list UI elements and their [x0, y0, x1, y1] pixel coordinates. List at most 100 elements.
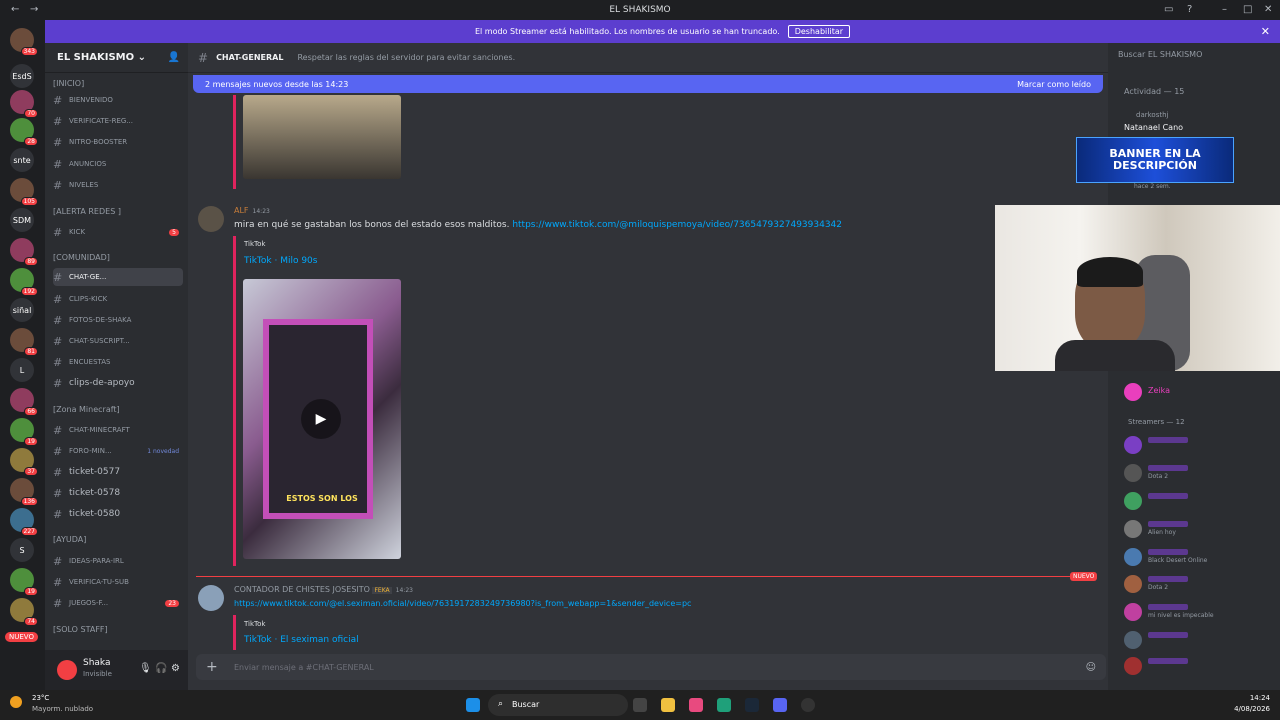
server-icon[interactable]: 105: [10, 178, 38, 206]
server-icon[interactable]: SDM: [10, 208, 34, 232]
channel-item[interactable]: # niveles: [53, 176, 183, 194]
category-comunidad[interactable]: [COMUNIDAD]: [53, 253, 183, 262]
channel-item[interactable]: # encuestas: [53, 353, 183, 371]
channel-item[interactable]: # chat-ge...: [53, 268, 183, 286]
copilot-icon[interactable]: [689, 698, 703, 712]
message-link[interactable]: https://www.tiktok.com/@miloquispemoya/v…: [512, 220, 842, 230]
mark-read-button[interactable]: Marcar como leído: [1017, 80, 1091, 89]
add-attachment-icon[interactable]: +: [206, 659, 218, 675]
activity-name[interactable]: Natanael Cano: [1124, 123, 1183, 132]
disable-button[interactable]: Deshabilitar: [787, 25, 851, 38]
member-item[interactable]: [1124, 629, 1274, 651]
file-explorer-icon[interactable]: [661, 698, 675, 712]
embed-title[interactable]: TikTok · Milo 90s: [244, 256, 317, 266]
taskbar-search[interactable]: ⌕ Buscar: [488, 694, 628, 716]
guild-header[interactable]: EL SHAKISMO ⌄ 👤: [45, 43, 188, 73]
attachment-image[interactable]: [243, 95, 401, 179]
embed-video[interactable]: ▶ ESTOS SON LOS: [243, 279, 401, 559]
channel-item[interactable]: # ticket-0577: [53, 463, 183, 481]
close-banner-icon[interactable]: ✕: [1261, 25, 1270, 38]
maximize-button[interactable]: □: [1243, 4, 1252, 15]
invite-icon[interactable]: 👤: [168, 52, 180, 63]
edge-icon[interactable]: [717, 698, 731, 712]
obs-icon[interactable]: [801, 698, 815, 712]
windows-start-icon[interactable]: [466, 698, 480, 712]
member-item[interactable]: Zeika: [1124, 381, 1274, 403]
channel-item[interactable]: # juegos-f... 23: [53, 594, 183, 612]
streamers-header: Streamers — 12: [1128, 418, 1185, 426]
server-icon[interactable]: 66: [10, 388, 38, 416]
channel-item[interactable]: # clips-kick: [53, 290, 183, 308]
channel-item[interactable]: # foro-min... 1 novedad: [53, 442, 183, 460]
clock-time[interactable]: 14:24: [1210, 694, 1270, 702]
clock-date[interactable]: 4/08/2026: [1210, 705, 1270, 713]
server-icon[interactable]: 136: [10, 478, 38, 506]
channel-item[interactable]: # chat-suscript...: [53, 332, 183, 350]
member-item[interactable]: [1124, 434, 1274, 456]
member-item[interactable]: Dota 2: [1124, 573, 1274, 595]
close-window-button[interactable]: ✕: [1264, 4, 1272, 15]
message-author[interactable]: ALF 14:23: [234, 206, 270, 215]
server-icon[interactable]: 19: [10, 568, 38, 596]
member-item[interactable]: Alien hoy: [1124, 518, 1274, 540]
channel-item[interactable]: # ticket-0580: [53, 505, 183, 523]
server-icon[interactable]: 192: [10, 268, 38, 296]
message-input[interactable]: + Enviar mensaje a #CHAT-GENERAL ☺: [196, 654, 1106, 680]
play-icon[interactable]: ▶: [301, 399, 341, 439]
server-icon[interactable]: L: [10, 358, 34, 382]
new-messages-bar[interactable]: 2 mensajes nuevos desde las 14:23 Marcar…: [193, 75, 1103, 93]
emoji-icon[interactable]: ☺: [1086, 662, 1096, 673]
server-icon[interactable]: 28: [10, 118, 38, 146]
channel-item[interactable]: # ticket-0578: [53, 484, 183, 502]
inbox-icon[interactable]: ▭: [1164, 4, 1173, 15]
member-item[interactable]: Dota 2: [1124, 462, 1274, 484]
channel-item[interactable]: # chat-minecraft: [53, 421, 183, 439]
avatar[interactable]: [57, 660, 77, 680]
server-icon[interactable]: 19: [10, 418, 38, 446]
channel-item[interactable]: # kick 5: [53, 223, 183, 241]
server-icon[interactable]: siñal: [10, 298, 34, 322]
server-icon[interactable]: 74: [10, 598, 38, 626]
channel-item[interactable]: # verifica-tu-sub: [53, 573, 183, 591]
channel-item[interactable]: # verificate-reg...: [53, 112, 183, 130]
category-ayuda[interactable]: [AYUDA]: [53, 535, 183, 544]
channel-item[interactable]: # bienvenido: [53, 91, 183, 109]
member-item[interactable]: mi nivel es impecable: [1124, 601, 1274, 623]
server-icon[interactable]: EsdS: [10, 64, 34, 88]
category-inicio[interactable]: [INICIO]: [53, 79, 183, 88]
server-icon[interactable]: snte: [10, 148, 34, 172]
message-link[interactable]: https://www.tiktok.com/@el.seximan.ofici…: [234, 599, 691, 608]
headphones-icon[interactable]: 🎧: [155, 663, 167, 674]
steam-icon[interactable]: [745, 698, 759, 712]
help-icon[interactable]: ?: [1187, 4, 1192, 15]
category-zona[interactable]: [Zona Minecraft]: [53, 405, 183, 414]
member-item[interactable]: [1124, 655, 1274, 677]
server-icon[interactable]: S: [10, 538, 34, 562]
server-icon[interactable]: 81: [10, 328, 38, 356]
channel-item[interactable]: # clips-de-apoyo: [53, 374, 183, 392]
category-staff[interactable]: [SOLO STAFF]: [53, 625, 183, 634]
channel-item[interactable]: # fotos-de-shaka: [53, 311, 183, 329]
avatar[interactable]: [198, 585, 224, 611]
message-author[interactable]: CONTADOR DE CHISTES JOSESITO FEKA 14:23: [234, 585, 413, 594]
weather-icon[interactable]: [10, 696, 22, 708]
channel-item[interactable]: # nitro-booster: [53, 133, 183, 151]
mic-icon[interactable]: 🎙: [139, 663, 152, 674]
server-icon[interactable]: 70: [10, 90, 38, 118]
task-view-icon[interactable]: [633, 698, 647, 712]
embed-title[interactable]: TikTok · El seximan oficial: [244, 635, 359, 645]
channel-item[interactable]: # anuncios: [53, 155, 183, 173]
discord-icon[interactable]: [773, 698, 787, 712]
category-alerta[interactable]: [ALERTA REDES ]: [53, 207, 183, 216]
server-icon[interactable]: 37: [10, 448, 38, 476]
settings-gear-icon[interactable]: ⚙: [171, 663, 180, 674]
server-icon[interactable]: 227: [10, 508, 38, 536]
server-icon[interactable]: 89: [10, 238, 38, 266]
member-item[interactable]: [1124, 490, 1274, 512]
minimize-button[interactable]: –: [1222, 4, 1227, 15]
search-input[interactable]: Buscar EL SHAKISMO: [1118, 50, 1268, 67]
member-item[interactable]: Black Desert Online: [1124, 546, 1274, 568]
server-icon[interactable]: 343: [10, 28, 38, 56]
channel-item[interactable]: # ideas-para-irl: [53, 552, 183, 570]
avatar[interactable]: [198, 206, 224, 232]
